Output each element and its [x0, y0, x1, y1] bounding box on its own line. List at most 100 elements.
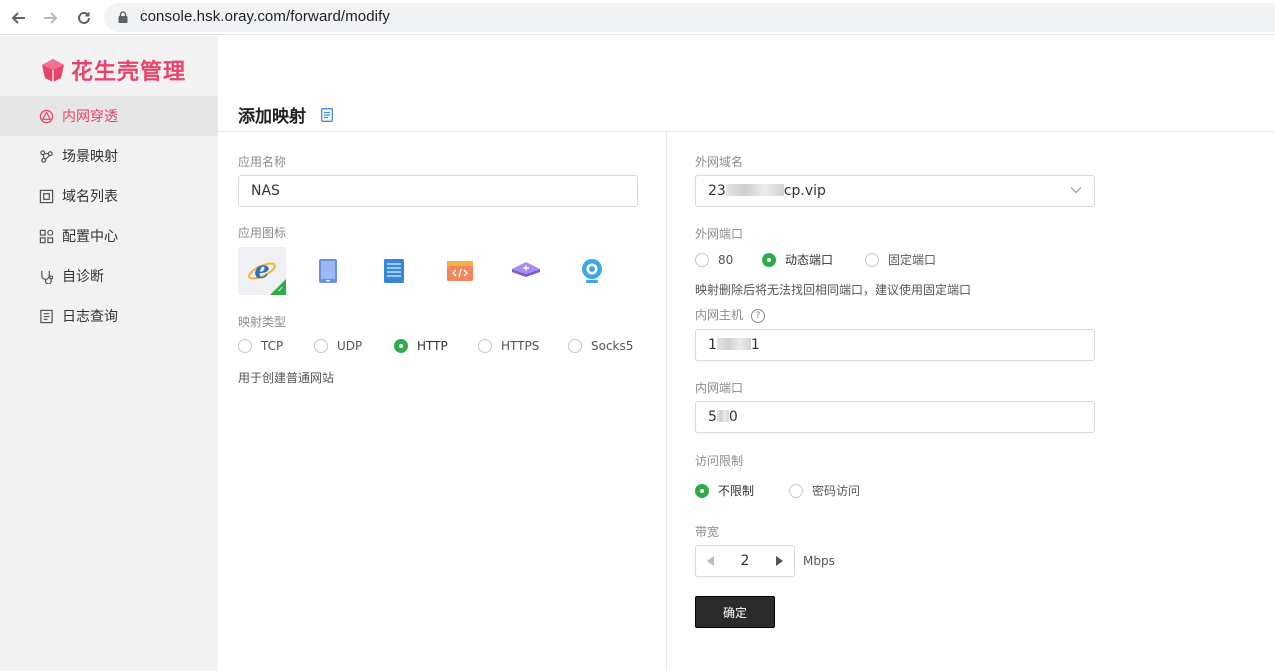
log-icon — [38, 308, 54, 324]
app-icon-option-tablet[interactable] — [304, 247, 352, 295]
app-name-input[interactable]: NAS — [238, 175, 638, 207]
app-icon-option-code-window[interactable] — [436, 247, 484, 295]
radio-circle-checked — [762, 252, 776, 267]
radio-circle — [695, 252, 709, 267]
mapping-type-socks5[interactable]: Socks5 — [568, 339, 633, 353]
domain-label: 外网域名 — [695, 155, 744, 169]
app-icon-option-webcam[interactable] — [568, 247, 616, 295]
config-grid-icon — [38, 228, 54, 244]
domain-value-prefix: 23 — [708, 183, 726, 199]
code-window-icon — [447, 261, 473, 281]
radio-circle-checked — [394, 339, 408, 353]
port-option-dynamic[interactable]: 动态端口 — [762, 251, 865, 268]
inner-port-label: 内网端口 — [695, 381, 744, 395]
inner-host-input[interactable]: 11 — [695, 329, 1095, 361]
tablet-icon — [319, 259, 337, 283]
sidebar: 花生壳管理 内网穿透 场景映射 域名列表 配置中心 自诊断 日志查询 — [0, 36, 218, 671]
app-name-label: 应用名称 — [238, 155, 287, 169]
domain-select[interactable]: 23 cp.vip — [695, 175, 1095, 207]
address-bar[interactable]: console.hsk.oray.com/forward/modify — [104, 3, 1275, 32]
access-limit-group: 不限制 密码访问 — [695, 482, 860, 499]
scene-map-icon — [38, 148, 54, 164]
server-icon — [384, 259, 404, 283]
sidebar-item-label: 内网穿透 — [62, 109, 118, 125]
sidebar-item-label: 域名列表 — [62, 189, 118, 205]
url-text: console.hsk.oray.com/forward/modify — [140, 8, 390, 25]
domain-list-icon — [38, 188, 54, 204]
page-title: 添加映射 — [238, 107, 306, 127]
app-icon-option-server[interactable] — [370, 247, 418, 295]
sidebar-item-label: 配置中心 — [62, 229, 118, 245]
check-icon: ✓ — [277, 285, 284, 294]
help-icon[interactable]: ? — [751, 308, 766, 323]
port-option-fixed[interactable]: 固定端口 — [865, 251, 936, 268]
inner-port-input[interactable]: 50 — [695, 401, 1095, 433]
layers-icon — [512, 262, 540, 277]
external-port-group: 80 动态端口 固定端口 — [695, 251, 936, 268]
increment-button[interactable] — [764, 546, 794, 576]
app-icon-option-layers[interactable] — [502, 247, 550, 295]
svg-text:e: e — [254, 256, 269, 284]
access-option-password[interactable]: 密码访问 — [789, 482, 860, 499]
mapping-type-group: TCP UDP HTTP HTTPS Socks5 — [238, 339, 633, 353]
forward-arrow-icon[interactable] — [41, 8, 61, 28]
sidebar-item-label: 场景映射 — [62, 149, 118, 165]
peanut-logo-icon — [42, 59, 64, 82]
access-option-unlimited[interactable]: 不限制 — [695, 482, 789, 499]
access-limit-label: 访问限制 — [695, 454, 744, 468]
mapping-type-https[interactable]: HTTPS — [478, 339, 568, 353]
brand-name: 花生壳管理 — [71, 60, 187, 85]
redacted-segment — [725, 184, 784, 196]
sidebar-item-domain-list[interactable]: 域名列表 — [0, 176, 218, 216]
reload-icon[interactable] — [74, 8, 94, 28]
app-icon-option-ie[interactable]: e ✓ — [238, 247, 286, 295]
column-divider — [666, 132, 667, 671]
title-divider — [218, 131, 1275, 132]
domain-value-suffix: cp.vip — [783, 183, 826, 199]
brand-logo[interactable]: 花生壳管理 — [40, 54, 186, 86]
confirm-button[interactable]: 确定 — [695, 596, 775, 628]
external-port-label: 外网端口 — [695, 227, 744, 241]
radio-circle — [238, 339, 252, 353]
diagnose-icon — [38, 268, 54, 284]
sidebar-menu: 内网穿透 场景映射 域名列表 配置中心 自诊断 日志查询 — [0, 96, 218, 336]
radio-circle-checked — [695, 483, 709, 498]
mapping-type-hint: 用于创建普通网站 — [238, 371, 335, 385]
redacted-segment — [716, 410, 729, 422]
redacted-segment — [716, 338, 751, 350]
inner-host-label: 内网主机? — [695, 306, 766, 323]
port-option-80[interactable]: 80 — [695, 252, 762, 267]
document-icon[interactable] — [321, 108, 333, 122]
radio-circle — [865, 252, 879, 267]
bandwidth-value[interactable]: 2 — [726, 553, 764, 569]
bandwidth-stepper: 2 — [695, 545, 795, 577]
decrement-button[interactable] — [696, 546, 726, 576]
radio-circle — [314, 339, 328, 353]
sidebar-item-label: 日志查询 — [62, 309, 118, 325]
triangle-right-icon — [776, 556, 783, 566]
radio-circle — [478, 339, 492, 353]
penetration-icon — [38, 108, 54, 124]
mapping-type-udp[interactable]: UDP — [314, 339, 394, 353]
sidebar-item-penetration[interactable]: 内网穿透 — [0, 96, 218, 136]
mapping-type-tcp[interactable]: TCP — [238, 339, 314, 353]
sidebar-item-config-center[interactable]: 配置中心 — [0, 216, 218, 256]
webcam-icon — [582, 259, 602, 283]
port-hint: 映射删除后将无法找回相同端口，建议使用固定端口 — [695, 283, 972, 297]
back-arrow-icon[interactable] — [8, 8, 28, 28]
radio-circle — [789, 483, 803, 498]
app-icon-label: 应用图标 — [238, 226, 287, 240]
sidebar-item-label: 自诊断 — [62, 269, 104, 285]
browser-toolbar: console.hsk.oray.com/forward/modify — [0, 0, 1275, 35]
sidebar-item-scene-mapping[interactable]: 场景映射 — [0, 136, 218, 176]
triangle-left-icon — [707, 556, 714, 566]
mapping-type-label: 映射类型 — [238, 315, 287, 329]
sidebar-item-self-diagnosis[interactable]: 自诊断 — [0, 256, 218, 296]
chevron-down-icon — [1070, 187, 1082, 194]
bandwidth-label: 带宽 — [695, 525, 720, 539]
lock-icon — [118, 11, 128, 23]
mapping-type-http[interactable]: HTTP — [394, 339, 478, 353]
bandwidth-unit: Mbps — [803, 554, 835, 568]
sidebar-item-log-query[interactable]: 日志查询 — [0, 296, 218, 336]
radio-circle — [568, 339, 582, 353]
